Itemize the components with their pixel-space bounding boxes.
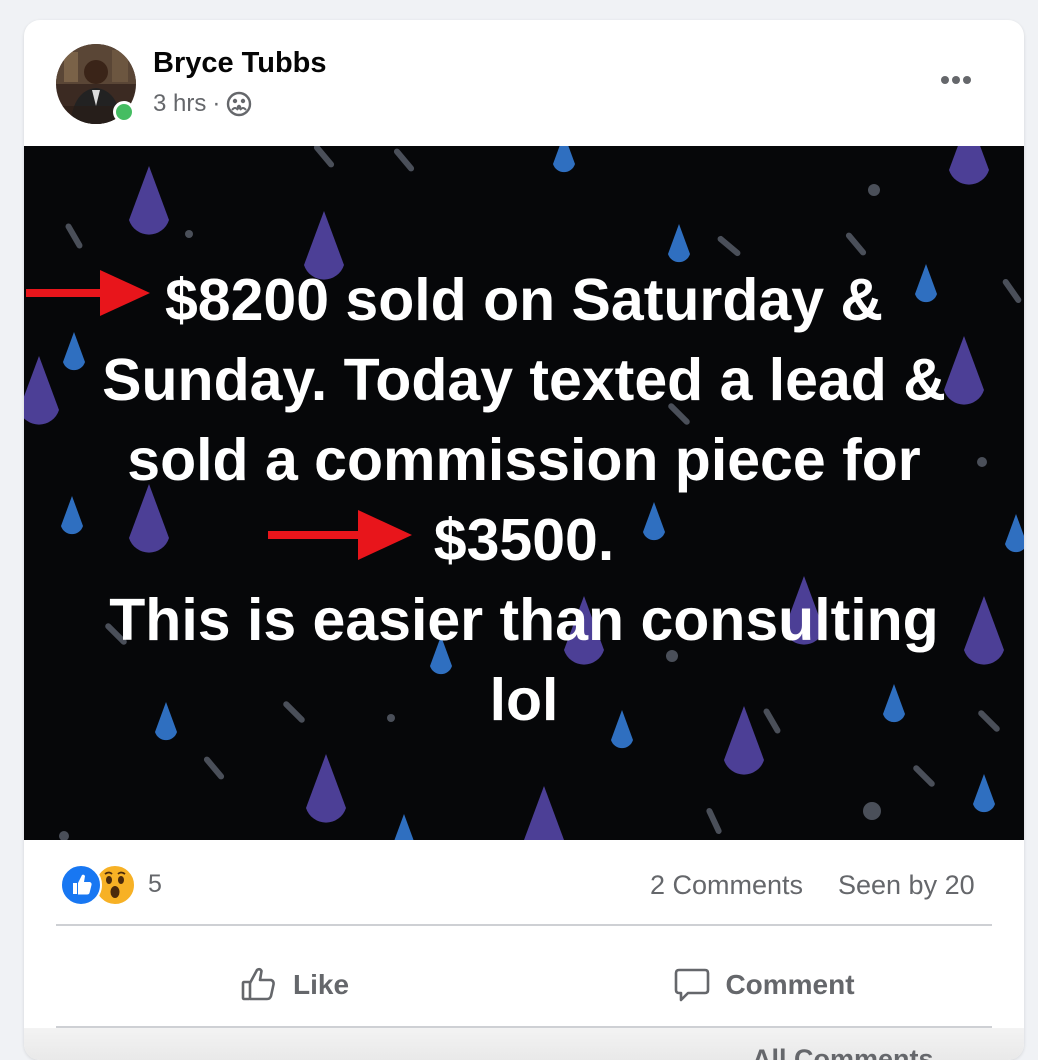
comment-button[interactable]: Comment [644,944,884,1026]
comment-label: Comment [725,969,855,1000]
comment-icon [675,968,710,1002]
seen-by-count[interactable]: Seen by 20 [838,870,975,901]
group-icon [226,91,252,117]
divider [56,924,992,926]
author-name[interactable]: Bryce Tubbs [153,47,327,80]
post-time[interactable]: 3 hrs [153,90,206,118]
post-image[interactable]: $8200 sold on Saturday & Sunday. Today t… [24,146,1024,840]
post-stats: 5 2 Comments Seen by 20 [24,840,1024,924]
online-status-dot [113,101,135,123]
post-text: $8200 sold on Saturday & Sunday. Today t… [102,267,946,733]
like-label: Like [292,969,350,1000]
like-reaction-icon [60,864,102,906]
reaction-count[interactable]: 5 [148,870,162,899]
post-header: Bryce Tubbs 3 hrs · [24,20,1024,146]
thumbs-up-icon [241,967,275,1001]
more-options-icon[interactable] [932,70,980,90]
post-card: Bryce Tubbs 3 hrs · $8200 sold on Saturd… [24,20,1024,1060]
meta-separator: · [212,90,221,117]
like-button[interactable]: Like [204,944,384,1026]
all-comments-filter[interactable]: All Comments [752,1044,934,1060]
comments-count[interactable]: 2 Comments [650,870,803,901]
post-meta: 3 hrs · [153,90,252,118]
